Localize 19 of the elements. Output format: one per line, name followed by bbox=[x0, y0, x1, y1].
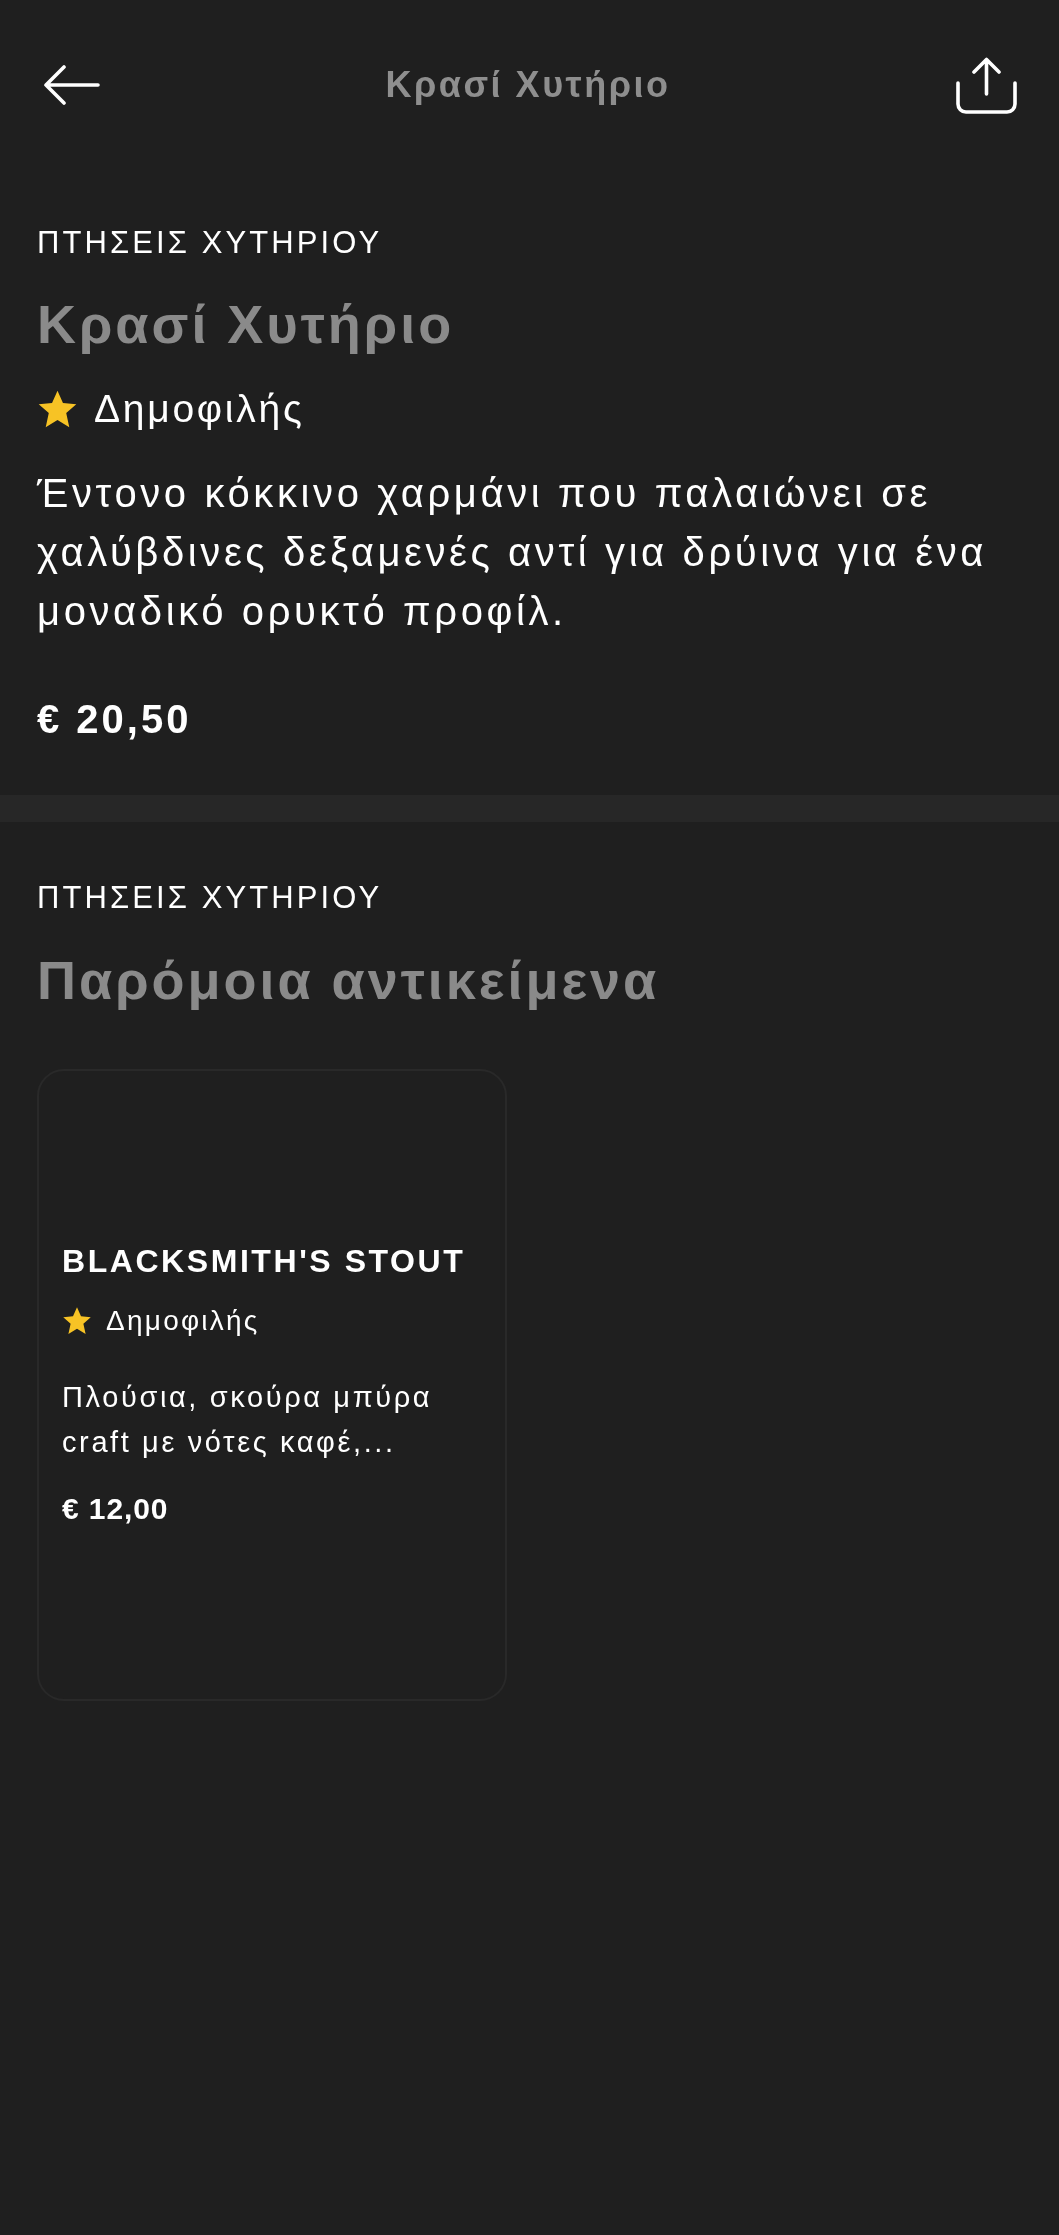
star-icon bbox=[37, 388, 78, 430]
card-title: BLACKSMITH'S STOUT bbox=[62, 1242, 467, 1281]
popular-label: Δημοφιλής bbox=[94, 387, 305, 431]
share-button[interactable] bbox=[956, 56, 1017, 114]
product-title: Κρασί Χυτήριο bbox=[37, 293, 456, 356]
share-icon bbox=[956, 56, 1017, 114]
product-description: Έντονο κόκκινο χαρμάνι που παλαιώνει σε χαλύβδινες δεξαμενές αντί για δρύινα για ένα μοναδικό ορυκτό προφίλ. bbox=[37, 470, 989, 635]
card-price: € 12,00 bbox=[62, 1491, 170, 1527]
popular-label: Δημοφιλής bbox=[106, 1304, 260, 1338]
back-arrow-icon bbox=[43, 65, 100, 105]
category-label: ΠΤΗΣΕΙΣ ΧΥΤΗΡΙΟΥ bbox=[37, 224, 384, 262]
product-card[interactable]: BLACKSMITH'S STOUT Δημοφιλής Πλούσια, σκούρα μπύρα craft με νότες καφέ,... € 12,00 bbox=[37, 1069, 507, 1701]
back-button[interactable] bbox=[43, 65, 100, 105]
product-price: € 20,50 bbox=[37, 696, 193, 743]
card-description: Πλούσια, σκούρα μπύρα craft με νότες καφέ,... bbox=[62, 1380, 434, 1460]
section-title: Παρόμοια αντικείμενα bbox=[37, 949, 661, 1012]
page-title: Κρασί Χυτήριο bbox=[385, 63, 671, 107]
section-label: ΠΤΗΣΕΙΣ ΧΥΤΗΡΙΟΥ bbox=[37, 879, 384, 917]
star-icon bbox=[62, 1306, 92, 1336]
